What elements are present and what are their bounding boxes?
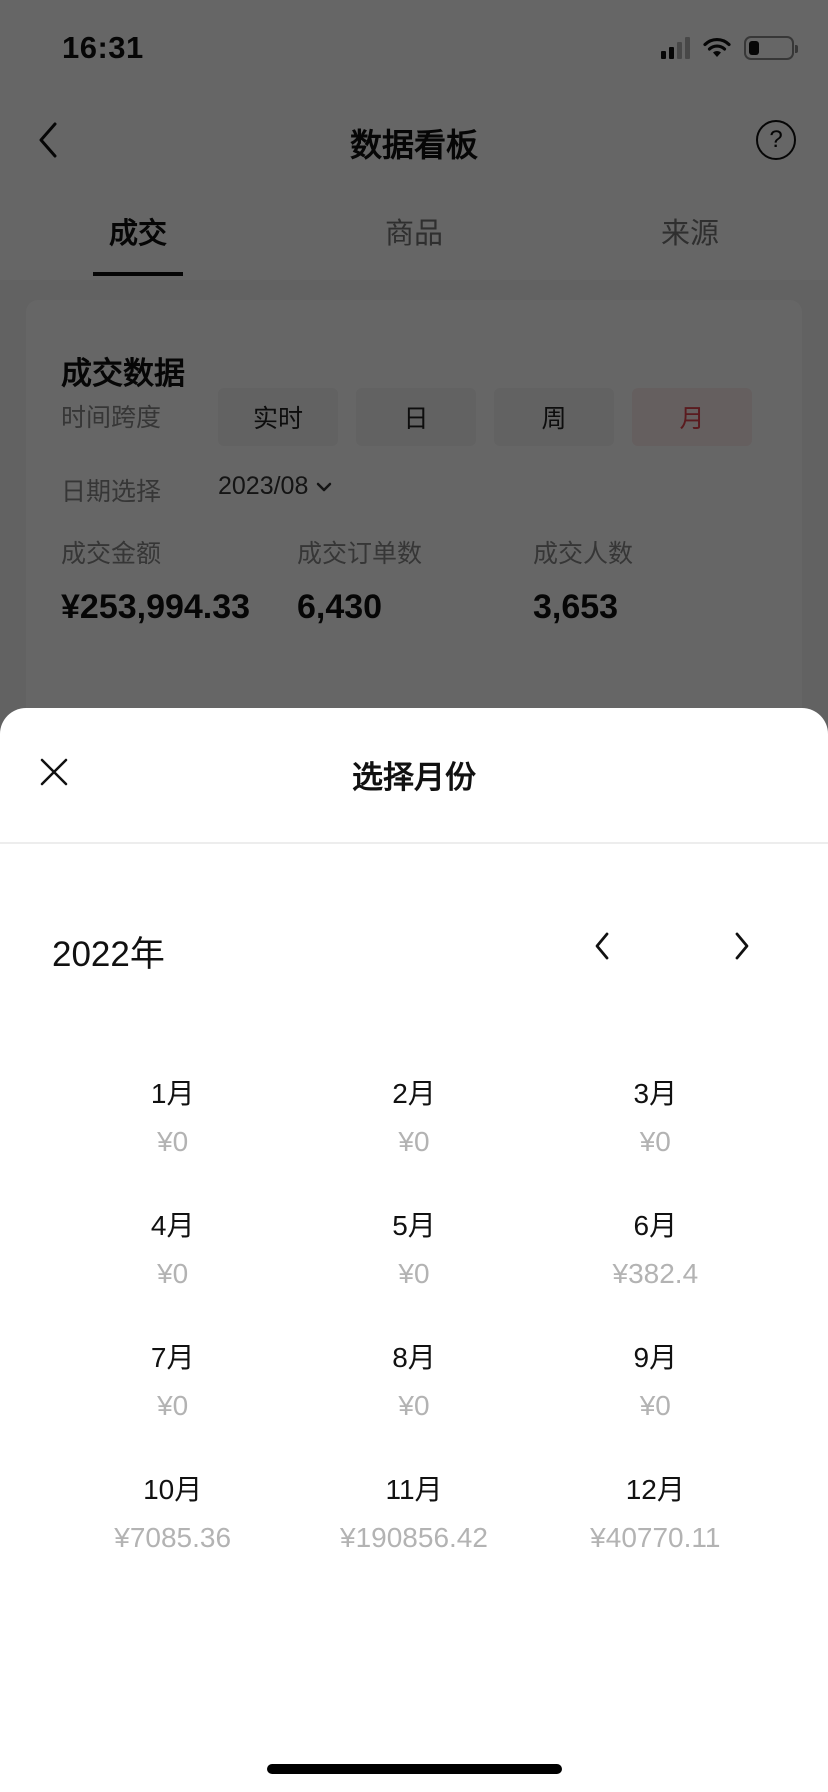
month-name: 4月 <box>150 1210 195 1241</box>
month-amount: ¥0 <box>157 1390 189 1421</box>
month-name: 5月 <box>392 1210 436 1241</box>
month-name: 1月 <box>150 1078 195 1109</box>
month-name: 3月 <box>633 1078 678 1109</box>
month-cell-11[interactable]: 11月 ¥190856.42 <box>293 1470 534 1564</box>
month-picker-sheet: 选择月份 2022年 1月 ¥0 2月 ¥0 3月 ¥0 4月 ¥0 5月 ¥0 6月 ¥3… <box>0 708 828 1792</box>
month-amount: ¥0 <box>639 1390 671 1421</box>
next-year-button[interactable] <box>722 924 762 968</box>
home-indicator <box>267 1764 562 1774</box>
month-cell-9[interactable]: 9月 ¥0 <box>535 1338 776 1432</box>
month-name: 10月 <box>143 1474 203 1505</box>
month-amount: ¥0 <box>157 1126 189 1157</box>
month-amount: ¥0 <box>398 1258 430 1289</box>
month-cell-2[interactable]: 2月 ¥0 <box>293 1074 534 1168</box>
previous-year-button[interactable] <box>582 924 622 968</box>
month-amount: ¥0 <box>157 1258 189 1289</box>
month-amount: ¥0 <box>398 1390 430 1421</box>
month-cell-8[interactable]: 8月 ¥0 <box>293 1338 534 1432</box>
month-name: 11月 <box>385 1474 443 1505</box>
year-navigator: 2022年 <box>0 844 828 1024</box>
month-name: 2月 <box>392 1078 436 1109</box>
month-name: 6月 <box>633 1210 678 1241</box>
sheet-header: 选择月份 <box>0 708 828 844</box>
sheet-title: 选择月份 <box>352 760 476 795</box>
month-cell-5[interactable]: 5月 ¥0 <box>293 1206 534 1300</box>
month-amount: ¥7085.36 <box>114 1522 232 1553</box>
month-name: 8月 <box>392 1342 436 1373</box>
month-cell-7[interactable]: 7月 ¥0 <box>52 1338 293 1432</box>
month-amount: ¥382.4 <box>612 1258 699 1289</box>
month-name: 12月 <box>625 1474 685 1505</box>
month-cell-3[interactable]: 3月 ¥0 <box>535 1074 776 1168</box>
month-cell-12[interactable]: 12月 ¥40770.11 <box>535 1470 776 1564</box>
month-cell-10[interactable]: 10月 ¥7085.36 <box>52 1470 293 1564</box>
month-name: 7月 <box>150 1342 195 1373</box>
chevron-right-icon <box>735 932 749 960</box>
month-grid: 1月 ¥0 2月 ¥0 3月 ¥0 4月 ¥0 5月 ¥0 6月 ¥382.4 7月 ¥0 8… <box>52 1074 776 1564</box>
month-amount: ¥0 <box>639 1126 671 1157</box>
month-cell-4[interactable]: 4月 ¥0 <box>52 1206 293 1300</box>
year-label: 2022年 <box>52 935 165 974</box>
month-name: 9月 <box>633 1342 678 1373</box>
month-amount: ¥0 <box>398 1126 430 1157</box>
month-amount: ¥40770.11 <box>590 1522 721 1553</box>
month-cell-6[interactable]: 6月 ¥382.4 <box>535 1206 776 1300</box>
chevron-left-icon <box>595 932 609 960</box>
month-cell-1[interactable]: 1月 ¥0 <box>52 1074 293 1168</box>
month-amount: ¥190856.42 <box>340 1522 488 1553</box>
